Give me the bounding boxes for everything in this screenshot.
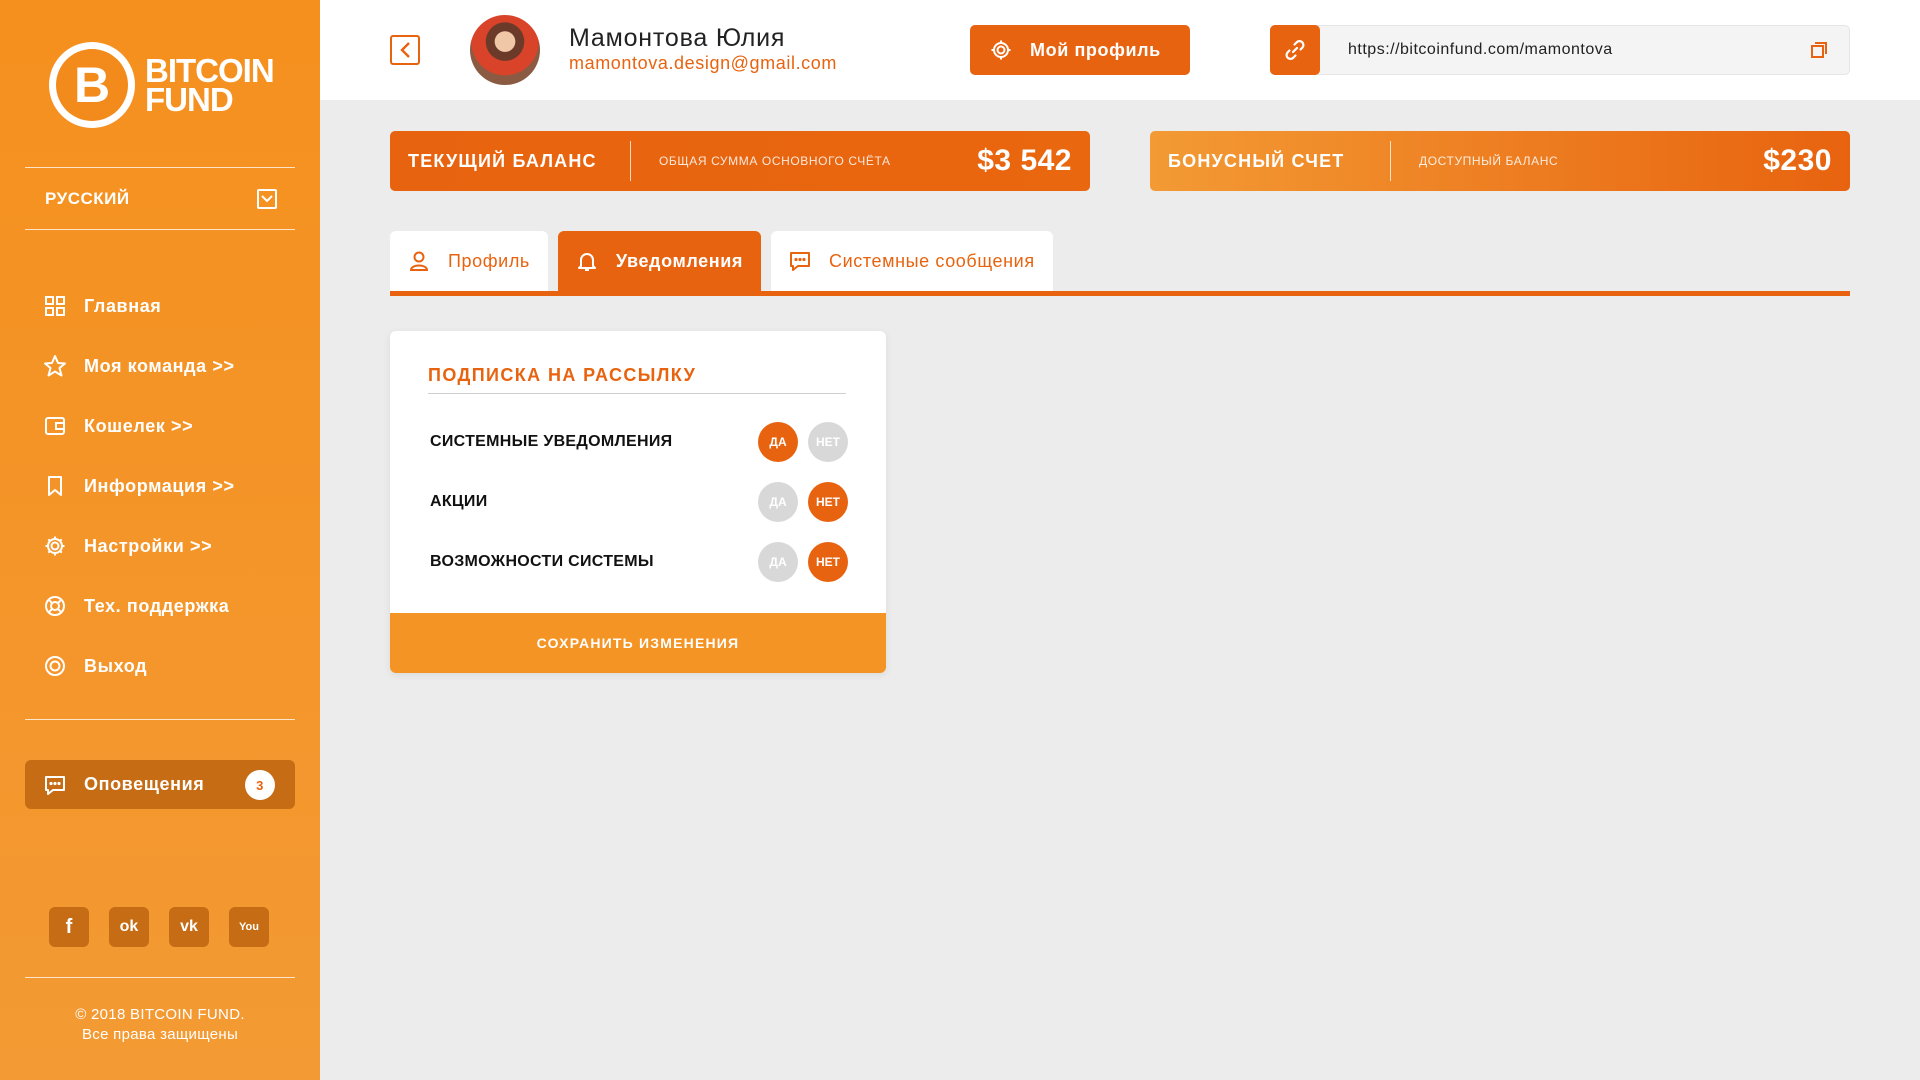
grid-icon (42, 293, 68, 319)
yes-no-toggle: ДА НЕТ (758, 482, 848, 522)
language-label: РУССКИЙ (45, 189, 130, 208)
copyright: © 2018 BITCOIN FUND. Все права защищены (0, 1005, 320, 1045)
no-button[interactable]: НЕТ (808, 422, 848, 462)
divider (428, 393, 846, 394)
language-select[interactable]: РУССКИЙ (45, 186, 277, 212)
save-changes-button[interactable]: СОХРАНИТЬ ИЗМЕНЕНИЯ (390, 613, 886, 673)
alerts-count-badge: 3 (245, 770, 275, 800)
chat-icon (42, 772, 68, 798)
logo-text: BITCOIN FUND (145, 52, 275, 118)
option-system-notifications: СИСТЕМНЫЕ УВЕДОМЛЕНИЯ ДА НЕТ (430, 422, 848, 462)
option-system-features: ВОЗМОЖНОСТИ СИСТЕМЫ ДА НЕТ (430, 542, 848, 582)
my-profile-button[interactable]: Мой профиль (970, 25, 1190, 75)
yes-no-toggle: ДА НЕТ (758, 422, 848, 462)
sidebar-item-label: Тех. поддержка (84, 595, 230, 616)
sidebar-item-label: Главная (84, 295, 162, 316)
divider (25, 719, 295, 720)
user-name: Мамонтова Юлия (569, 24, 786, 52)
link-icon[interactable] (1270, 25, 1320, 75)
power-icon (42, 653, 68, 679)
yes-button[interactable]: ДА (758, 482, 798, 522)
odnoklassniki-icon[interactable]: ok (109, 907, 149, 947)
bookmark-icon (42, 473, 68, 499)
sidebar: B BITCOIN FUND РУССКИЙ Главная Моя коман… (0, 0, 320, 1080)
sidebar-item-support[interactable]: Тех. поддержка (42, 576, 302, 636)
no-button[interactable]: НЕТ (808, 542, 848, 582)
current-balance-card: ТЕКУЩИЙ БАЛАНС ОБЩАЯ СУММА ОСНОВНОГО СЧЁ… (390, 131, 1090, 191)
tab-system-messages[interactable]: Системные сообщения (771, 231, 1053, 291)
yes-button[interactable]: ДА (758, 542, 798, 582)
option-label: ВОЗМОЖНОСТИ СИСТЕМЫ (430, 553, 654, 570)
bitcoin-logo-icon: B (49, 42, 135, 128)
rights-text: Все права защищены (81, 1026, 239, 1043)
sidebar-nav: Главная Моя команда >> Кошелек >> Информ… (42, 276, 302, 696)
divider (25, 977, 295, 978)
sidebar-item-label: Информация >> (84, 475, 235, 496)
tab-label: Профиль (448, 250, 530, 271)
user-icon (409, 251, 429, 271)
sidebar-item-label: Моя команда >> (84, 355, 235, 376)
logo[interactable]: B BITCOIN FUND (49, 40, 279, 130)
yes-button[interactable]: ДА (758, 422, 798, 462)
no-button[interactable]: НЕТ (808, 482, 848, 522)
avatar[interactable] (470, 15, 540, 85)
divider (25, 167, 295, 168)
copy-icon[interactable] (1799, 25, 1839, 75)
referral-link-input[interactable] (1320, 41, 1799, 59)
tab-underline (390, 291, 1850, 296)
option-label: АКЦИИ (430, 493, 488, 510)
facebook-icon[interactable]: f (49, 907, 89, 947)
top-header: Мамонтова Юлия mamontova.design@gmail.co… (320, 0, 1920, 100)
option-label: СИСТЕМНЫЕ УВЕДОМЛЕНИЯ (430, 433, 673, 450)
copyright-text: © 2018 BITCOIN FUND. (75, 1006, 245, 1023)
sidebar-item-settings[interactable]: Настройки >> (42, 516, 302, 576)
bonus-balance-card: БОНУСНЫЙ СЧЕТ ДОСТУПНЫЙ БАЛАНС $230 (1150, 131, 1850, 191)
bonus-balance-amount: $230 (1763, 144, 1832, 177)
tab-label: Уведомления (615, 250, 744, 271)
vk-icon[interactable]: vk (169, 907, 209, 947)
alerts-button[interactable]: Оповещения 3 (25, 760, 295, 809)
tab-label: Системные сообщения (829, 250, 1035, 271)
referral-link-box (1270, 25, 1850, 75)
wallet-icon (42, 413, 68, 439)
star-icon (42, 353, 68, 379)
social-links: f ok vk You (49, 907, 269, 947)
sidebar-item-team[interactable]: Моя команда >> (42, 336, 302, 396)
sidebar-item-home[interactable]: Главная (42, 276, 302, 336)
gear-icon (991, 40, 1011, 60)
current-balance-title: ТЕКУЩИЙ БАЛАНС (408, 150, 597, 171)
youtube-icon[interactable]: You (229, 907, 269, 947)
sidebar-item-label: Кошелек >> (84, 415, 194, 436)
sidebar-item-wallet[interactable]: Кошелек >> (42, 396, 302, 456)
divider (25, 229, 295, 230)
tab-bar: Профиль Уведомления Системные сообщения (390, 231, 1053, 291)
yes-no-toggle: ДА НЕТ (758, 542, 848, 582)
gear-icon (42, 533, 68, 559)
back-button[interactable] (390, 35, 420, 65)
tab-profile[interactable]: Профиль (390, 231, 548, 291)
bonus-balance-title: БОНУСНЫЙ СЧЕТ (1168, 150, 1345, 171)
current-balance-amount: $3 542 (977, 144, 1072, 177)
alerts-label: Оповещения (84, 774, 205, 794)
bonus-balance-subtitle: ДОСТУПНЫЙ БАЛАНС (1419, 154, 1559, 168)
my-profile-label: Мой профиль (1030, 39, 1161, 60)
current-balance-subtitle: ОБЩАЯ СУММА ОСНОВНОГО СЧЁТА (659, 154, 891, 168)
chevron-down-icon (257, 189, 277, 209)
sidebar-item-info[interactable]: Информация >> (42, 456, 302, 516)
bell-icon (577, 253, 596, 271)
lifebuoy-icon (42, 593, 68, 619)
user-email: mamontova.design@gmail.com (569, 53, 837, 73)
sidebar-item-label: Выход (84, 655, 148, 676)
subscription-card: ПОДПИСКА НА РАССЫЛКУ СИСТЕМНЫЕ УВЕДОМЛЕН… (390, 331, 886, 673)
option-promotions: АКЦИИ ДА НЕТ (430, 482, 848, 522)
sidebar-item-logout[interactable]: Выход (42, 636, 302, 696)
chat-icon (790, 252, 811, 271)
tab-notifications[interactable]: Уведомления (557, 231, 762, 291)
sidebar-item-label: Настройки >> (84, 535, 213, 556)
chevron-left-icon (400, 42, 410, 58)
subscription-title: ПОДПИСКА НА РАССЫЛКУ (428, 365, 697, 385)
